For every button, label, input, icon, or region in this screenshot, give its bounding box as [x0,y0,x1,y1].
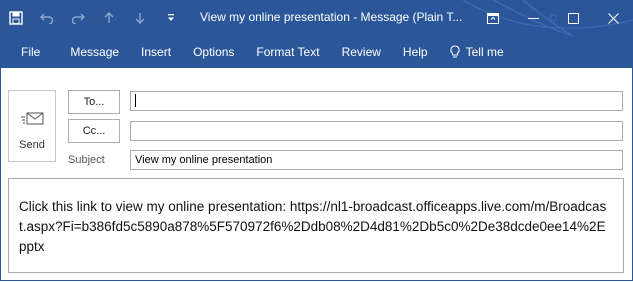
restore-icon[interactable] [553,0,593,36]
undo-icon[interactable] [31,0,62,36]
customize-qat-icon[interactable] [155,0,186,36]
tab-message[interactable]: Message [59,36,130,68]
window-controls [473,0,633,36]
redo-icon[interactable] [62,0,93,36]
title-bar: View my online presentation - Message (P… [0,0,633,59]
minimize-icon[interactable] [513,0,553,36]
send-label: Send [19,139,45,151]
send-button[interactable]: Send [8,90,56,162]
ribbon-display-options-icon[interactable] [473,0,513,36]
cc-button[interactable]: Cc... [68,119,120,143]
tab-format-text[interactable]: Format Text [245,36,330,68]
ribbon-tabs: File Message Insert Options Format Text … [0,36,633,68]
tab-help[interactable]: Help [392,36,439,68]
message-body[interactable]: Click this link to view my online presen… [8,178,624,273]
close-icon[interactable] [593,0,633,36]
tab-review[interactable]: Review [331,36,392,68]
text-caret [135,94,136,108]
to-button[interactable]: To... [68,90,120,114]
send-icon [21,112,44,125]
tell-me-box[interactable]: Tell me [439,36,515,68]
lightbulb-icon [450,45,460,58]
tab-insert[interactable]: Insert [130,36,182,68]
down-arrow-icon[interactable] [124,0,155,36]
save-icon[interactable] [0,0,31,36]
up-arrow-icon[interactable] [93,0,124,36]
subject-label: Subject [68,154,105,166]
tell-me-label: Tell me [465,45,504,59]
tab-file[interactable]: File [0,36,59,68]
quick-access-toolbar [0,0,186,36]
window-title: View my online presentation - Message (P… [200,10,463,24]
to-field[interactable] [130,91,623,111]
subject-field[interactable]: View my online presentation [130,150,623,170]
cc-field[interactable] [130,121,623,141]
tab-options[interactable]: Options [182,36,245,68]
